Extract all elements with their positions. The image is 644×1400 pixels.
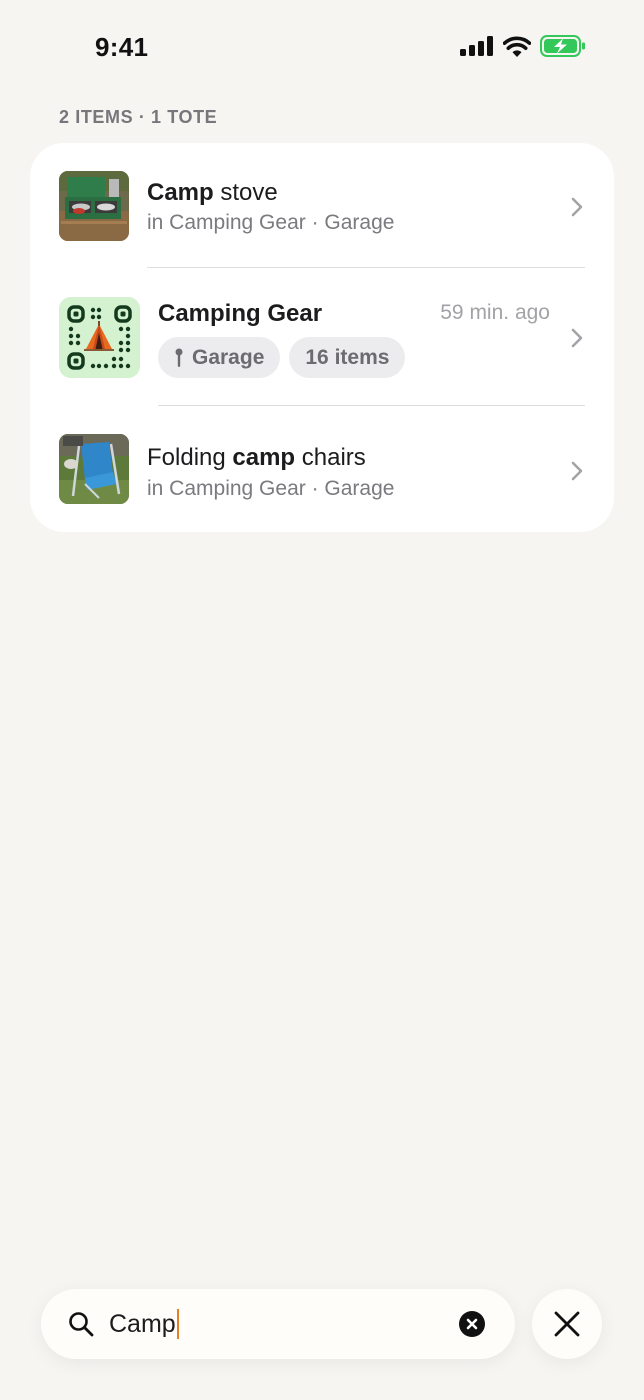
camp-stove-thumbnail <box>59 171 129 241</box>
result-item-folding-camp-chairs[interactable]: Folding camp chairs in Camping Gear · Ga… <box>30 406 614 532</box>
result-subtitle: in Camping Gear · Garage <box>147 211 395 234</box>
location-chip-label: Garage <box>192 345 265 369</box>
result-title: Camp stove <box>147 179 278 206</box>
result-item-camp-stove[interactable]: Camp stove in Camping Gear · Garage <box>30 143 614 268</box>
close-search-button[interactable] <box>532 1289 602 1359</box>
clear-x-circle-icon <box>466 1318 478 1330</box>
results-summary: 2 ITEMS · 1 TOTE <box>59 107 218 127</box>
search-results-list: Camp stove in Camping Gear · Garage Camp… <box>30 143 614 532</box>
battery-charging-icon <box>540 35 585 57</box>
tote-chips: Garage 16 items <box>158 337 406 378</box>
result-tote-camping-gear[interactable]: Camping Gear 59 min. ago Garage 16 items <box>30 268 614 406</box>
tote-qr-icon <box>59 297 140 378</box>
wifi-icon <box>503 36 531 57</box>
clear-search-button[interactable] <box>459 1311 485 1337</box>
text-cursor <box>176 1309 179 1339</box>
status-icons <box>460 35 586 57</box>
search-input-value: Camp <box>109 1309 176 1338</box>
status-time: 9:41 <box>95 32 149 62</box>
chevron-right-icon <box>571 328 583 348</box>
location-chip: Garage <box>158 337 281 378</box>
result-subtitle: in Camping Gear · Garage <box>147 477 395 500</box>
tote-updated-time: 59 min. ago <box>440 301 550 324</box>
close-icon <box>554 1311 580 1337</box>
tote-title: Camping Gear <box>158 300 323 327</box>
search-bar[interactable]: Camp <box>41 1289 515 1359</box>
chevron-right-icon <box>571 461 583 481</box>
chevron-right-icon <box>571 197 583 217</box>
cellular-signal-icon <box>460 36 493 56</box>
pin-icon <box>174 348 184 368</box>
item-count-chip: 16 items <box>289 337 406 378</box>
camp-chairs-thumbnail <box>59 434 129 504</box>
search-icon <box>69 1312 94 1337</box>
status-bar: 9:41 <box>0 0 644 95</box>
search-input[interactable]: Camp <box>109 1289 439 1359</box>
result-title: Folding camp chairs <box>147 444 366 471</box>
